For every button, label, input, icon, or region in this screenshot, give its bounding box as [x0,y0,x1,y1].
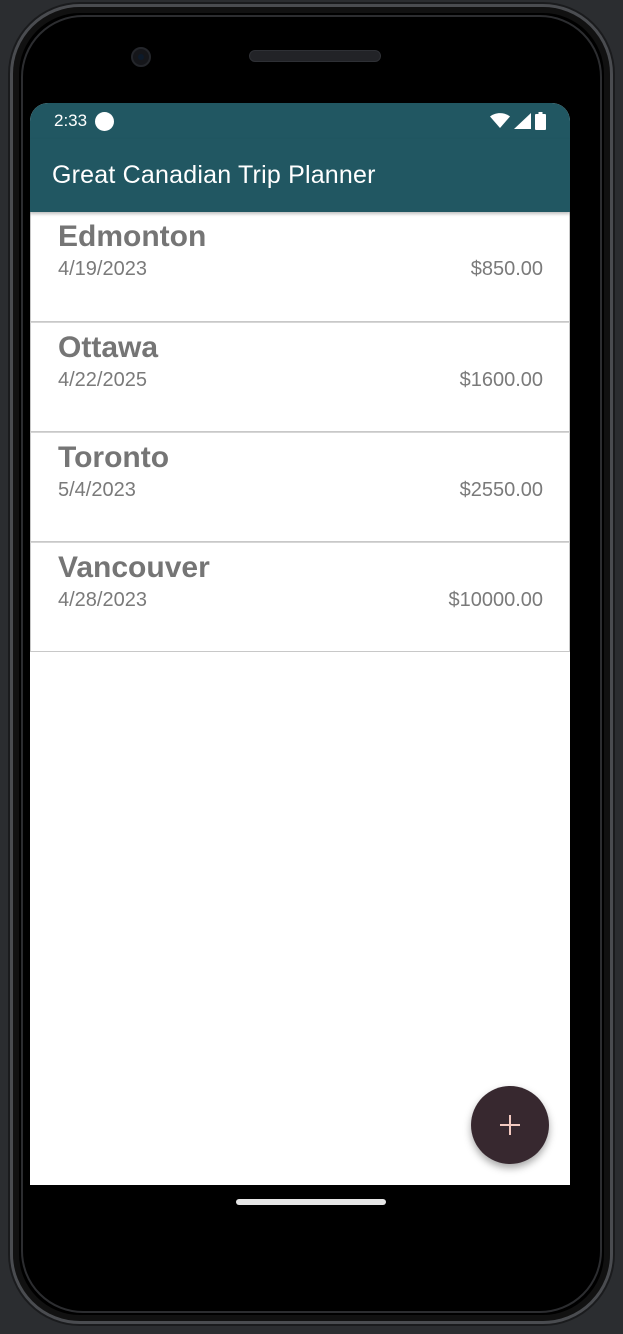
page-title: Great Canadian Trip Planner [52,161,376,189]
earpiece-speaker [249,50,381,62]
home-gesture-bar[interactable] [236,1199,386,1205]
trip-list: Edmonton 4/19/2023 $850.00 Ottawa 4/22/2… [30,212,570,652]
front-camera [131,47,151,67]
trip-cost: $10000.00 [448,589,543,611]
trip-details: 4/19/2023 $850.00 [58,258,543,281]
cellular-signal-icon [514,113,531,129]
trip-item-toronto[interactable]: Toronto 5/4/2023 $2550.00 [30,432,570,542]
battery-icon [535,112,546,130]
trip-item-vancouver[interactable]: Vancouver 4/28/2023 $10000.00 [30,542,570,652]
app-bar: Great Canadian Trip Planner [30,139,570,212]
device-screen: 2:33 Great Canadian Trip Planner Edmonto… [30,103,570,1185]
notification-dot-icon [95,111,115,131]
trip-name: Toronto [58,441,170,474]
trip-item-edmonton[interactable]: Edmonton 4/19/2023 $850.00 [30,212,570,322]
status-bar: 2:33 [30,103,570,139]
add-trip-button[interactable] [471,1086,549,1164]
trip-details: 4/28/2023 $10000.00 [58,589,543,612]
trip-name: Vancouver [58,551,210,584]
trip-date: 4/19/2023 [58,258,147,280]
trip-name: Ottawa [58,331,159,364]
trip-details: 4/22/2025 $1600.00 [58,369,543,392]
trip-cost: $1600.00 [459,369,543,391]
trip-cost: $850.00 [470,258,543,280]
trip-cost: $2550.00 [459,479,543,501]
trip-date: 4/28/2023 [58,589,147,611]
status-icons [490,112,546,130]
plus-icon [500,1115,520,1135]
status-time: 2:33 [54,111,88,130]
trip-date: 5/4/2023 [58,479,136,501]
trip-details: 5/4/2023 $2550.00 [58,479,543,502]
trip-item-ottawa[interactable]: Ottawa 4/22/2025 $1600.00 [30,322,570,432]
wifi-icon [490,113,510,128]
trip-date: 4/22/2025 [58,369,147,391]
trip-name: Edmonton [58,220,207,253]
